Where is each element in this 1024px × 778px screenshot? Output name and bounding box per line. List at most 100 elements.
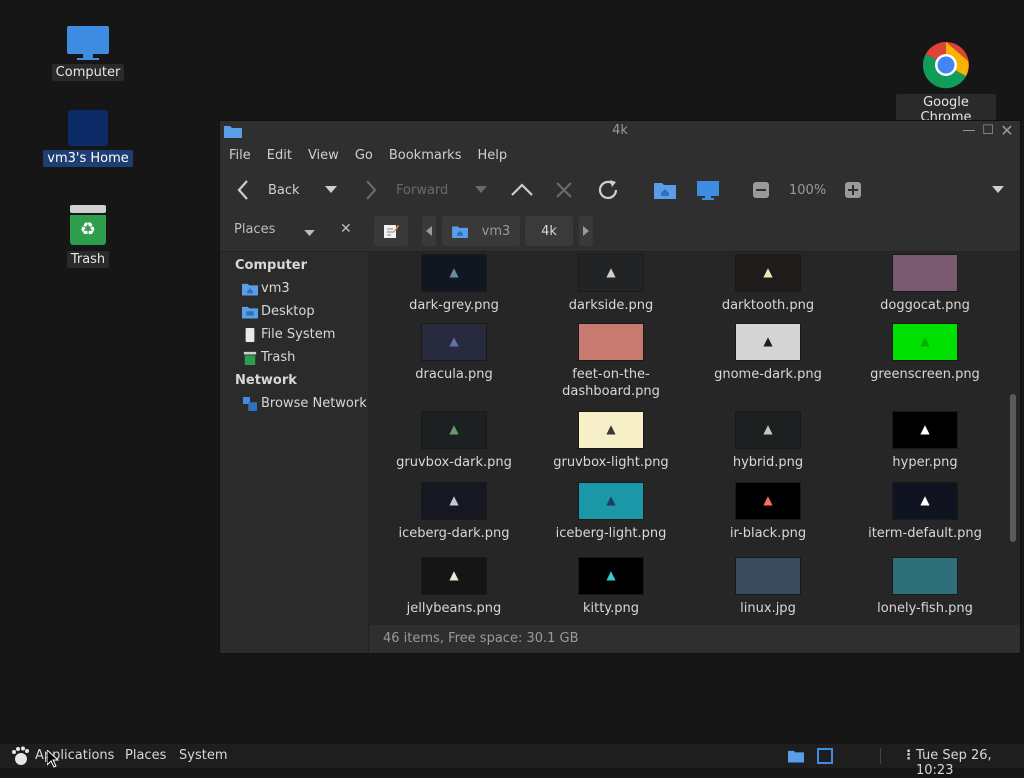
sidebar-item-desktop[interactable]: Desktop [220,300,368,323]
file-item[interactable]: ▲ darktooth.png [693,255,843,314]
file-item[interactable]: ▲ kitty.png [536,558,686,617]
file-item[interactable]: doggocat.png [850,255,1000,314]
sidebar-section-computer: Computer [235,258,308,273]
bottom-panel: Applications Places System ⋮ Tue Sep 26,… [0,744,1024,778]
sidebar-item-browse-network[interactable]: Browse Network [220,392,368,415]
desktop-icon-label: Computer [51,64,125,81]
file-item[interactable]: lonely-fish.png [850,558,1000,617]
sidebar-item-label: vm3 [261,281,290,296]
file-item[interactable]: ▲ jellybeans.png [379,558,529,617]
file-item[interactable]: ▲ iceberg-light.png [536,483,686,542]
window-titlebar[interactable]: 4k — ☐ ✕ [220,121,1020,141]
chrome-icon [922,42,969,89]
chevron-down-icon [304,230,315,237]
menu-edit[interactable]: Edit [267,148,292,163]
path-segment-label: 4k [541,223,557,239]
gnome-foot-icon[interactable] [10,746,30,766]
file-thumbnail: ▲ [736,255,800,291]
trash-icon [243,351,257,365]
file-item[interactable]: feet-on-the-dashboard.png [536,324,686,400]
file-name: doggocat.png [880,298,970,313]
file-name: feet-on-the-dashboard.png [562,367,660,399]
file-item[interactable]: ▲ dark-grey.png [379,255,529,314]
menu-help[interactable]: Help [477,148,507,163]
zoom-in-button[interactable] [845,169,861,211]
menu-file[interactable]: File [229,148,251,163]
minimize-button[interactable]: — [960,122,978,140]
arch-logo-icon: ▲ [449,568,459,582]
stop-button[interactable] [555,169,573,211]
file-name: gnome-dark.png [714,367,822,382]
chevron-down-icon [992,186,1004,193]
panel-applet-menu-icon[interactable]: ⋮ [902,748,915,763]
file-item[interactable]: ▲ iceberg-dark.png [379,483,529,542]
file-name: hybrid.png [732,455,804,470]
computer-button[interactable] [696,169,720,211]
menu-bookmarks[interactable]: Bookmarks [389,148,462,163]
panel-menu-system[interactable]: System [179,748,227,763]
places-sidebar: Computer vm3 Desktop File System Trash N… [220,252,369,653]
sidebar-item-file-system[interactable]: File System [220,323,368,346]
file-item[interactable]: ▲ iterm-default.png [850,483,1000,542]
forward-button[interactable]: Forward [364,169,448,211]
close-button[interactable]: ✕ [998,122,1016,140]
panel-separator [880,748,881,764]
file-thumbnail [579,324,643,360]
desktop-icon-trash[interactable]: ♻ Trash [38,205,138,268]
menu-go[interactable]: Go [355,148,373,163]
path-scroll-left[interactable] [422,216,436,246]
drive-icon [245,327,255,342]
desktop-icon-chrome[interactable]: Google Chrome [896,41,996,126]
file-item[interactable]: ▲ greenscreen.png [850,324,1000,383]
desktop-icon-computer[interactable]: Computer [38,26,138,81]
sidebar-header: Places [234,222,276,237]
file-item[interactable]: linux.jpg [693,558,843,617]
sidebar-type-dropdown[interactable] [304,226,315,241]
path-segment-vm3[interactable]: vm3 [442,216,520,246]
vertical-scrollbar[interactable] [1006,252,1020,625]
file-item[interactable]: ▲ hyper.png [850,412,1000,471]
sidebar-item-vm3[interactable]: vm3 [220,277,368,300]
arch-logo-icon: ▲ [920,422,930,436]
panel-menu-places[interactable]: Places [125,748,166,763]
file-icon-view[interactable]: ▲ dark-grey.png ▲ darkside.png ▲ darktooth.pn… [370,252,1006,625]
view-options-dropdown[interactable] [992,169,1004,211]
file-name: dracula.png [415,367,493,382]
network-icon [243,396,257,411]
path-segment-4k[interactable]: 4k [525,216,573,246]
show-desktop-icon[interactable] [817,748,833,764]
up-button[interactable] [510,169,534,211]
zoom-out-button[interactable] [753,169,769,211]
file-item[interactable]: ▲ dracula.png [379,324,529,383]
edit-location-button[interactable] [374,216,408,246]
chevron-down-icon [475,186,487,193]
home-folder-icon [654,183,676,199]
file-manager-window: 4k — ☐ ✕ File Edit View Go Bookmarks Hel… [220,121,1020,653]
desktop-icon-home[interactable]: vm3's Home [38,110,138,167]
file-item[interactable]: ▲ gnome-dark.png [693,324,843,383]
file-manager-task-icon[interactable] [788,748,804,764]
home-button[interactable] [654,169,676,211]
scrollbar-thumb[interactable] [1010,394,1016,542]
back-button[interactable]: Back [236,169,300,211]
panel-clock[interactable]: Tue Sep 26, 10:23 [916,748,1024,778]
maximize-button[interactable]: ☐ [979,122,997,140]
file-thumbnail [893,558,957,594]
forward-label: Forward [396,182,449,198]
reload-button[interactable] [596,169,620,211]
computer-icon [67,26,109,60]
file-thumbnail [736,558,800,594]
file-item[interactable]: ▲ ir-black.png [693,483,843,542]
file-item[interactable]: ▲ gruvbox-light.png [536,412,686,471]
zoom-out-icon [753,182,769,198]
file-item[interactable]: ▲ hybrid.png [693,412,843,471]
file-item[interactable]: ▲ gruvbox-dark.png [379,412,529,471]
path-scroll-right[interactable] [579,216,593,246]
menu-view[interactable]: View [308,148,339,163]
file-item[interactable]: ▲ darkside.png [536,255,686,314]
sidebar-item-trash[interactable]: Trash [220,346,368,369]
back-history-dropdown[interactable] [325,169,337,211]
edit-icon [384,225,399,238]
forward-history-dropdown[interactable] [475,169,487,211]
close-sidebar-button[interactable]: ✕ [340,221,352,237]
